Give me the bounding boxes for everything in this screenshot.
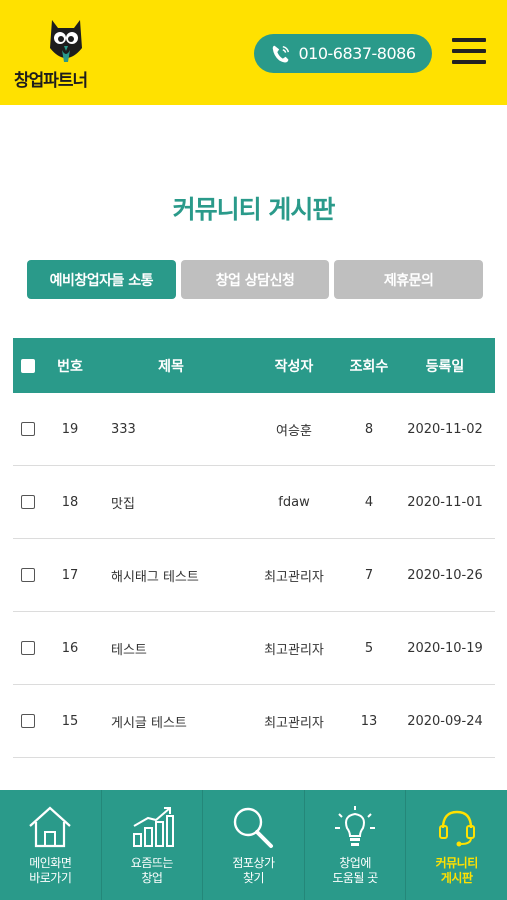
row-writer: 최고관리자 <box>264 715 324 731</box>
nav-home-line1: 메인화면 <box>29 856 72 870</box>
phone-number: 010-6837-8086 <box>298 44 416 63</box>
table-row[interactable]: 18 맛집 fdaw 4 2020-11-01 <box>13 466 495 539</box>
table-row[interactable]: 16 테스트 최고관리자 5 2020-10-19 <box>13 612 495 685</box>
nav-community[interactable]: 커뮤니티 게시판 <box>406 790 507 900</box>
nav-helpful-line1: 창업에 <box>339 856 371 870</box>
home-icon <box>29 806 72 848</box>
row-checkbox[interactable] <box>21 495 35 509</box>
nav-home[interactable]: 메인화면 바로가기 <box>0 790 102 900</box>
nav-trending[interactable]: 요즘뜨는 창업 <box>102 790 204 900</box>
nav-home-line2: 바로가기 <box>29 871 72 885</box>
row-no: 15 <box>61 713 79 729</box>
phone-icon <box>273 45 290 62</box>
row-date: 2020-10-19 <box>407 640 483 656</box>
tab-partnership[interactable]: 제휴문의 <box>334 260 484 299</box>
row-no: 16 <box>61 640 79 656</box>
row-writer: fdaw <box>278 494 310 510</box>
table-row[interactable]: 17 해시태그 테스트 최고관리자 7 2020-10-26 <box>13 539 495 612</box>
nav-helpful-line2: 도움될 곳 <box>332 871 378 885</box>
header-title: 제목 <box>158 358 184 375</box>
lightbulb-icon <box>335 806 376 846</box>
phone-call-button[interactable]: 010-6837-8086 <box>254 34 432 73</box>
row-no: 17 <box>61 567 79 583</box>
row-title-link[interactable]: 해시태그 테스트 <box>97 566 245 585</box>
board-table: 번호 제목 작성자 조회수 등록일 19 333 여승훈 8 2020-11-0… <box>13 338 495 758</box>
row-title-link[interactable]: 맛집 <box>97 493 245 512</box>
row-checkbox[interactable] <box>21 422 35 436</box>
row-title-link[interactable]: 테스트 <box>97 639 245 658</box>
hamburger-menu-icon[interactable] <box>452 38 486 68</box>
nav-community-line2: 게시판 <box>440 871 473 885</box>
row-date: 2020-11-02 <box>407 421 483 437</box>
nav-store-search-line2: 찾기 <box>242 871 265 885</box>
row-checkbox[interactable] <box>21 568 35 582</box>
row-views: 13 <box>360 713 378 729</box>
row-views: 8 <box>364 421 374 437</box>
row-title-link[interactable]: 게시글 테스트 <box>97 712 245 731</box>
nav-trending-line1: 요즘뜨는 <box>130 856 174 870</box>
board-tabs: 예비창업자들 소통 창업 상담신청 제휴문의 <box>27 260 484 299</box>
row-date: 2020-11-01 <box>407 494 483 510</box>
header-date: 등록일 <box>425 358 465 375</box>
select-all-checkbox[interactable] <box>21 358 35 373</box>
row-views: 4 <box>364 494 374 510</box>
headset-icon <box>438 810 475 847</box>
table-header: 번호 제목 작성자 조회수 등록일 <box>13 338 495 393</box>
tab-consultation[interactable]: 창업 상담신청 <box>180 260 330 299</box>
row-writer: 최고관리자 <box>264 642 324 658</box>
row-date: 2020-10-26 <box>407 567 483 583</box>
table-row[interactable]: 15 게시글 테스트 최고관리자 13 2020-09-24 <box>13 685 495 758</box>
owl-logo-icon <box>50 20 82 62</box>
row-views: 7 <box>364 567 374 583</box>
row-date: 2020-09-24 <box>407 713 483 729</box>
table-row[interactable]: 19 333 여승훈 8 2020-11-02 <box>13 393 495 466</box>
row-no: 18 <box>61 494 79 510</box>
header-writer: 작성자 <box>274 358 314 375</box>
search-icon <box>234 807 274 848</box>
tab-pre-founders[interactable]: 예비창업자들 소통 <box>27 260 176 299</box>
nav-store-search-line1: 점포상가 <box>232 856 275 870</box>
header-views: 조회수 <box>349 358 389 375</box>
row-checkbox[interactable] <box>21 641 35 655</box>
row-title-link[interactable]: 333 <box>97 422 245 437</box>
header-no: 번호 <box>57 358 83 375</box>
row-writer: 여승훈 <box>276 423 312 439</box>
logo-text: 창업파트너 <box>14 71 88 91</box>
row-writer: 최고관리자 <box>264 569 324 585</box>
nav-community-line1: 커뮤니티 <box>435 856 479 870</box>
logo[interactable]: 창업파트너 <box>14 18 124 91</box>
row-views: 5 <box>364 640 374 656</box>
row-checkbox[interactable] <box>21 714 35 728</box>
page-title: 커뮤니티 게시판 <box>172 195 336 224</box>
bottom-nav: 메인화면 바로가기 요즘뜨는 창업 점포상가 찾기 창업에 도움될 곳 커뮤니티… <box>0 790 507 900</box>
header: 창업파트너 010-6837-8086 <box>0 0 507 105</box>
nav-trending-line2: 창업 <box>141 871 163 885</box>
nav-helpful[interactable]: 창업에 도움될 곳 <box>305 790 407 900</box>
row-no: 19 <box>61 421 79 437</box>
chart-icon <box>132 807 174 847</box>
nav-store-search[interactable]: 점포상가 찾기 <box>203 790 305 900</box>
